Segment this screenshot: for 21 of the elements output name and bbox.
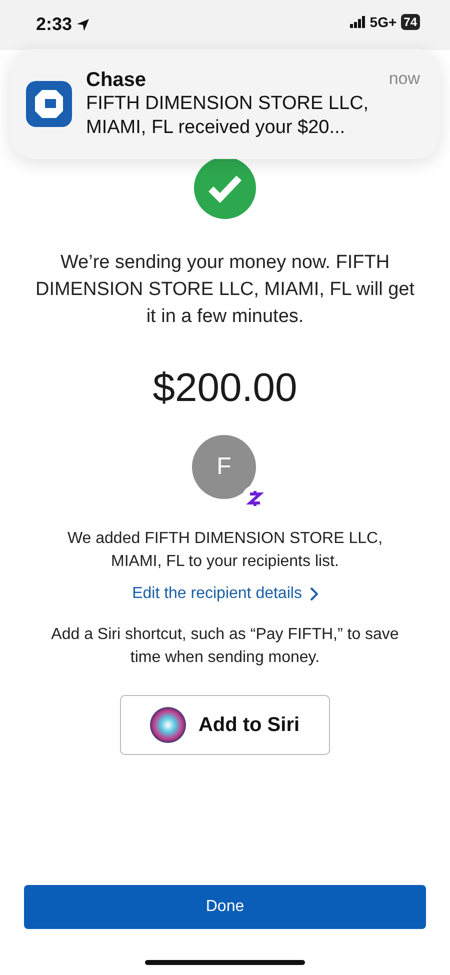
done-button[interactable]: Done xyxy=(24,885,426,929)
orb-icon xyxy=(150,707,186,743)
recipient-avatar: F xyxy=(192,435,256,499)
notification-time: now xyxy=(388,68,420,90)
success-check-icon xyxy=(194,157,256,219)
notification-banner[interactable]: Chase now FIFTH DIMENSION STORE LLC, MIAMI, FL received your $20... xyxy=(10,49,440,159)
octagon-logo-icon xyxy=(26,81,72,127)
app-name: Chase xyxy=(86,68,146,92)
battery-level: 74 xyxy=(400,14,420,30)
amount: $200.00 xyxy=(152,366,298,411)
status-time: 2:33 xyxy=(36,14,72,35)
sending-message: We’re sending your money now. FIFTH DIMENSION STORE LLC, MIAMI, FL will get it in a few minutes. xyxy=(34,251,416,329)
network-label: 5G+ xyxy=(370,14,397,30)
recipients-note: We added FIFTH DIMENSION STORE LLC, MIAMI, FL to your recipients list. xyxy=(66,529,384,572)
notification-message: FIFTH DIMENSION STORE LLC, MIAMI, FL received your $20... xyxy=(86,92,370,140)
edit-recipient-link[interactable]: Edit the recipient details xyxy=(132,585,318,603)
add-to-siri-button[interactable]: Add to Siri xyxy=(120,695,330,755)
siri-hint: Add a Siri shortcut, such as “Pay FIFTH,” to save time when sending money. xyxy=(50,625,400,668)
signal-icon xyxy=(350,16,366,28)
chevron-right-icon xyxy=(310,587,318,601)
location-arrow-icon xyxy=(76,18,90,32)
